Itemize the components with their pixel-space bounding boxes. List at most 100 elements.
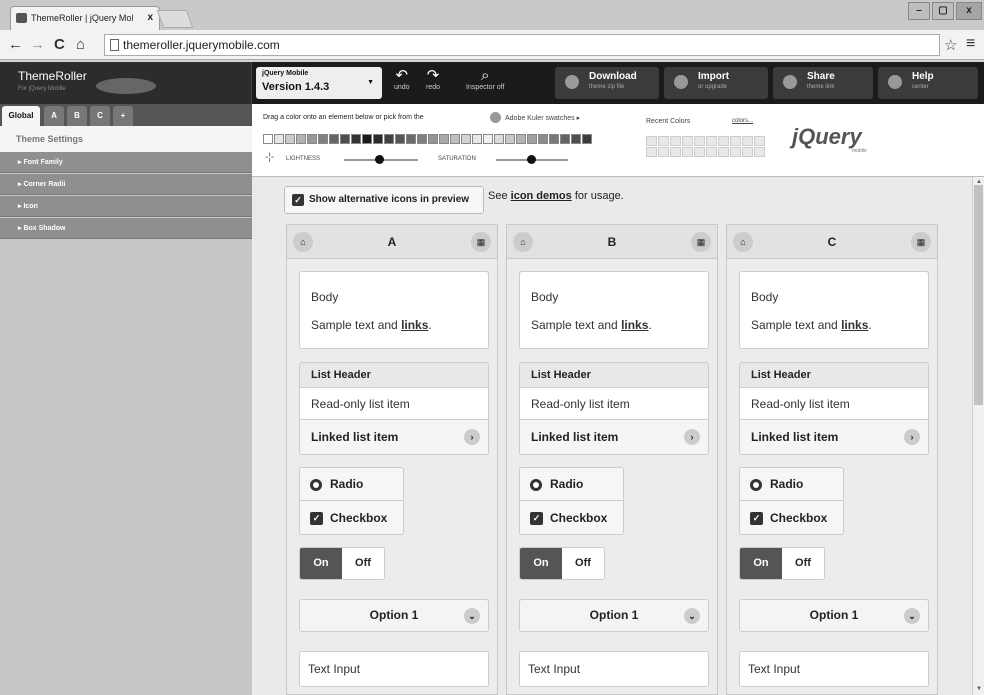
tab-a[interactable]: A: [44, 106, 64, 126]
text-input[interactable]: Text Input: [739, 651, 929, 687]
checkbox[interactable]: ✓ Checkbox: [520, 502, 623, 535]
grid-icon[interactable]: ▦: [691, 232, 711, 252]
list-item-linked[interactable]: Linked list item ›: [740, 420, 928, 454]
color-swatch[interactable]: [494, 134, 504, 144]
flip-on[interactable]: On: [300, 548, 342, 579]
help-button[interactable]: Help center: [878, 67, 978, 99]
saturation-handle[interactable]: [527, 155, 536, 164]
list-item-linked[interactable]: Linked list item ›: [520, 420, 708, 454]
option-select[interactable]: Option 1 ⌄: [519, 599, 709, 632]
color-swatch[interactable]: [450, 134, 460, 144]
version-select[interactable]: jQuery Mobile Version 1.4.3 ▼: [256, 67, 382, 99]
color-swatch[interactable]: [285, 134, 295, 144]
close-window-button[interactable]: x: [956, 2, 982, 20]
grid-icon[interactable]: ▦: [471, 232, 491, 252]
checkbox[interactable]: ✓ Checkbox: [740, 502, 843, 535]
color-swatch[interactable]: [516, 134, 526, 144]
tab-add[interactable]: +: [113, 106, 133, 126]
redo-button[interactable]: ↷ redo: [426, 68, 440, 92]
inspector-button[interactable]: ⌕ Inspector off: [466, 68, 504, 92]
body-link[interactable]: links: [841, 318, 868, 332]
minimize-button[interactable]: –: [908, 2, 930, 20]
color-swatch[interactable]: [417, 134, 427, 144]
color-swatch[interactable]: [527, 134, 537, 144]
bookmark-star-icon[interactable]: ☆: [944, 36, 957, 54]
tab-c[interactable]: C: [90, 106, 110, 126]
color-swatch[interactable]: [373, 134, 383, 144]
flip-on[interactable]: On: [740, 548, 782, 579]
eyedropper-icon[interactable]: -¦-: [265, 152, 274, 163]
body-link[interactable]: links: [621, 318, 648, 332]
radio-button[interactable]: Radio: [520, 468, 623, 501]
color-swatch[interactable]: [571, 134, 581, 144]
grid-icon[interactable]: ▦: [911, 232, 931, 252]
maximize-button[interactable]: ▢: [932, 2, 954, 20]
color-swatch[interactable]: [461, 134, 471, 144]
color-swatch[interactable]: [549, 134, 559, 144]
color-swatch[interactable]: [329, 134, 339, 144]
new-tab-button[interactable]: [156, 10, 194, 28]
color-swatch[interactable]: [318, 134, 328, 144]
alt-icons-checkbox[interactable]: ✓ Show alternative icons in preview: [284, 186, 484, 214]
option-select[interactable]: Option 1 ⌄: [739, 599, 929, 632]
tab-b[interactable]: B: [67, 106, 87, 126]
undo-button[interactable]: ↶ undo: [394, 68, 410, 92]
color-swatch[interactable]: [406, 134, 416, 144]
flip-off[interactable]: Off: [562, 548, 604, 579]
color-swatch[interactable]: [582, 134, 592, 144]
icon-demos-link[interactable]: icon demos: [511, 190, 572, 202]
checkbox[interactable]: ✓ Checkbox: [300, 502, 403, 535]
flip-switch[interactable]: On Off: [519, 547, 605, 580]
reload-icon[interactable]: C: [54, 36, 65, 53]
color-swatch[interactable]: [362, 134, 372, 144]
colors-link[interactable]: colors...: [732, 118, 753, 124]
option-select[interactable]: Option 1 ⌄: [299, 599, 489, 632]
color-swatch[interactable]: [395, 134, 405, 144]
color-swatch[interactable]: [538, 134, 548, 144]
radio-button[interactable]: Radio: [740, 468, 843, 501]
color-swatch[interactable]: [296, 134, 306, 144]
tab-global[interactable]: Global: [2, 106, 40, 126]
scroll-up-icon[interactable]: ▲: [976, 179, 982, 185]
flip-off[interactable]: Off: [782, 548, 824, 579]
color-swatch[interactable]: [483, 134, 493, 144]
sidebar-item-font-family[interactable]: ▸ Font Family: [0, 152, 252, 173]
color-swatch[interactable]: [439, 134, 449, 144]
scroll-down-icon[interactable]: ▼: [976, 686, 982, 692]
list-item-linked[interactable]: Linked list item ›: [300, 420, 488, 454]
color-swatch[interactable]: [472, 134, 482, 144]
text-input[interactable]: Text Input: [519, 651, 709, 687]
browser-tab[interactable]: ThemeRoller | jQuery Mol x: [10, 6, 160, 30]
download-button[interactable]: Download theme zip file: [555, 67, 659, 99]
tab-close-icon[interactable]: x: [147, 7, 153, 29]
radio-button[interactable]: Radio: [300, 468, 403, 501]
sidebar-item-corner-radii[interactable]: ▸ Corner Radii: [0, 174, 252, 195]
forward-icon[interactable]: →: [30, 36, 45, 53]
flip-off[interactable]: Off: [342, 548, 384, 579]
kuler-link[interactable]: Adobe Kuler swatches ▸: [505, 114, 580, 122]
back-icon[interactable]: ←: [8, 36, 23, 53]
text-input[interactable]: Text Input: [299, 651, 489, 687]
color-swatch[interactable]: [351, 134, 361, 144]
browser-menu-icon[interactable]: ≡: [966, 35, 975, 53]
color-swatch[interactable]: [505, 134, 515, 144]
color-swatch[interactable]: [560, 134, 570, 144]
import-button[interactable]: Import or upgrade: [664, 67, 768, 99]
share-button[interactable]: Share theme link: [773, 67, 873, 99]
sidebar-item-icon[interactable]: ▸ Icon: [0, 196, 252, 217]
sidebar-item-box-shadow[interactable]: ▸ Box Shadow: [0, 218, 252, 239]
flip-switch[interactable]: On Off: [299, 547, 385, 580]
color-swatch[interactable]: [340, 134, 350, 144]
lightness-handle[interactable]: [375, 155, 384, 164]
body-link[interactable]: links: [401, 318, 428, 332]
home-icon[interactable]: ⌂: [76, 36, 85, 53]
color-swatch[interactable]: [384, 134, 394, 144]
url-input[interactable]: themeroller.jquerymobile.com: [104, 34, 940, 56]
flip-switch[interactable]: On Off: [739, 547, 825, 580]
color-swatch[interactable]: [263, 134, 273, 144]
color-swatch[interactable]: [307, 134, 317, 144]
flip-on[interactable]: On: [520, 548, 562, 579]
color-swatch[interactable]: [274, 134, 284, 144]
color-swatch[interactable]: [428, 134, 438, 144]
scrollbar-thumb[interactable]: [974, 185, 983, 405]
